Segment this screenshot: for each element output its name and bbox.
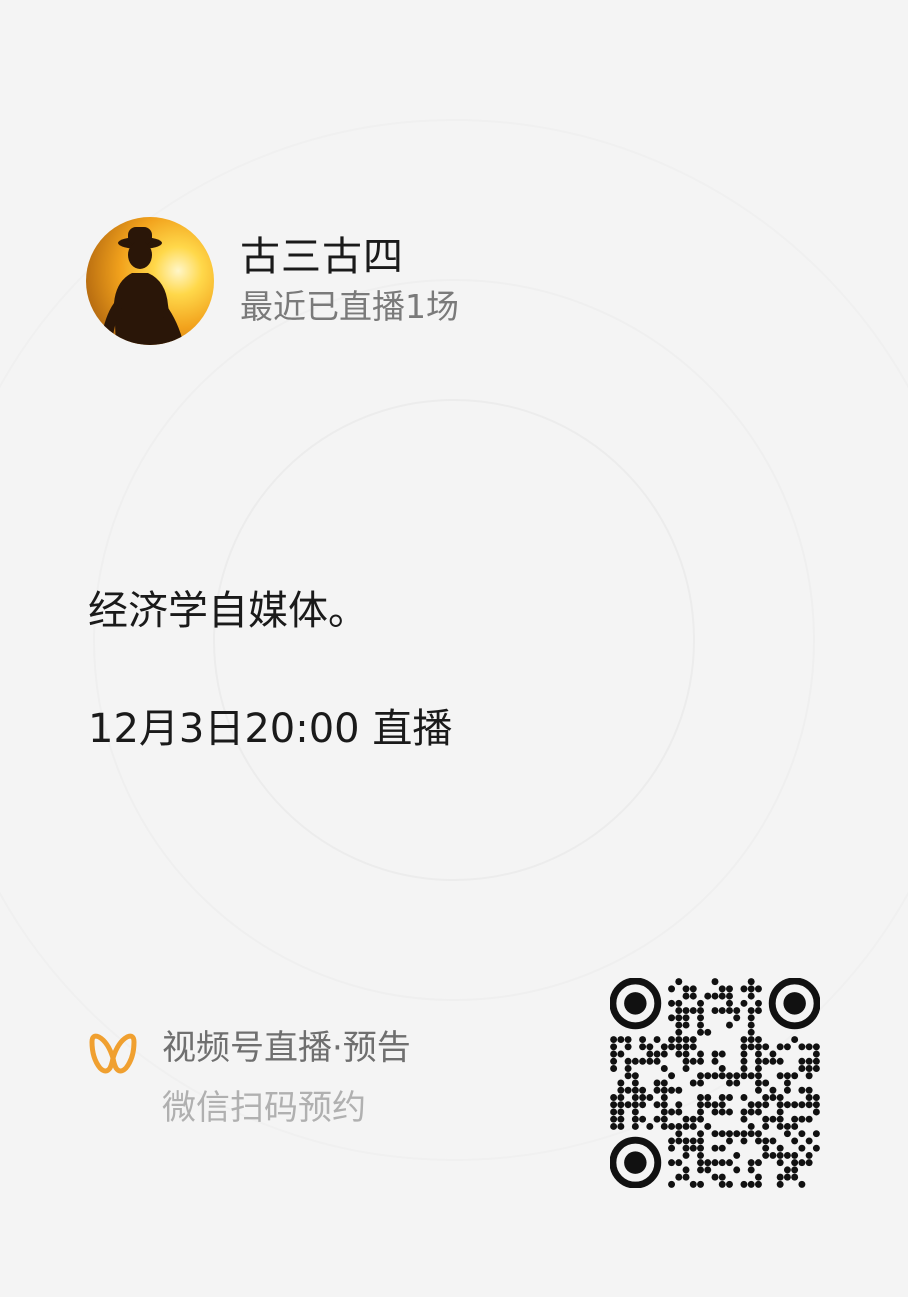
author-live-count: 最近已直播1场 (240, 287, 459, 326)
channel-description: 经济学自媒体。 (88, 588, 368, 634)
live-schedule: 12月3日20:00 直播 (88, 706, 453, 752)
channels-butterfly-icon (88, 1028, 138, 1078)
footer-subtitle: 微信扫码预约 (162, 1088, 366, 1128)
footer-title: 视频号直播·预告 (162, 1028, 411, 1068)
live-preview-card: 古三古四 最近已直播1场 经济学自媒体。 12月3日20:00 直播 视频号直播… (0, 0, 908, 1297)
author-name: 古三古四 (240, 234, 404, 280)
qr-code-icon[interactable] (610, 978, 820, 1188)
avatar[interactable] (86, 217, 214, 345)
